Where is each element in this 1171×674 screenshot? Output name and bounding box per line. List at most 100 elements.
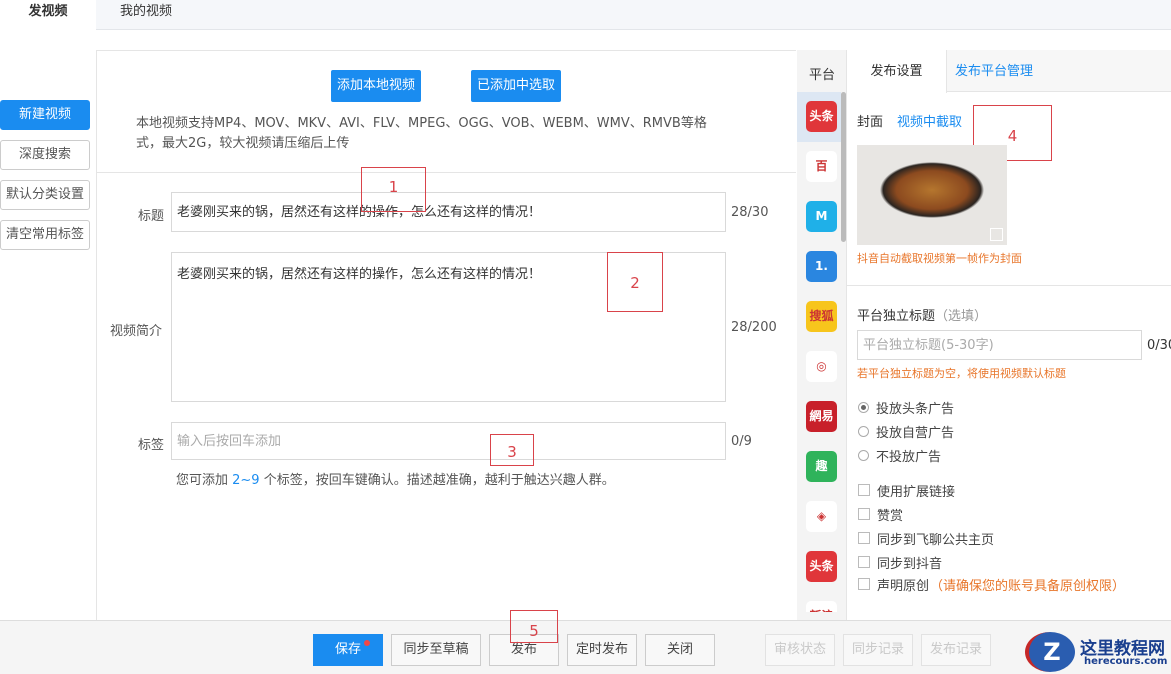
platform-icon: 头条: [806, 551, 837, 582]
check-reward[interactable]: 赞赏: [858, 504, 903, 524]
close-button[interactable]: 关闭: [645, 634, 715, 666]
indep-title-count: 0/30: [1147, 338, 1171, 353]
cover-note: 抖音自动截取视频第一帧作为封面: [857, 252, 1022, 265]
option-label: 投放自营广告: [876, 425, 955, 441]
check-label: 声明原创: [877, 578, 930, 594]
checkbox[interactable]: [858, 508, 870, 520]
optional-label: （选填）: [935, 309, 988, 324]
support-text: 本地视频支持MP4、MOV、MKV、AVI、FLV、MPEG、OGG、VOB、W…: [136, 114, 707, 154]
platform-item[interactable]: 新浪: [797, 592, 841, 612]
platform-icon: 網易: [806, 401, 837, 432]
annotation-5: 5: [510, 610, 558, 643]
option-label: 不投放广告: [876, 449, 942, 465]
add-local-video-button[interactable]: 添加本地视频: [331, 70, 421, 102]
save-button[interactable]: 保存: [313, 634, 383, 666]
clear-tags-button[interactable]: 清空常用标签: [0, 220, 90, 250]
ad-option-none[interactable]: 不投放广告: [858, 445, 941, 465]
unsaved-dot: [364, 640, 370, 646]
hint-range: 2~9: [232, 473, 260, 488]
check-douyin[interactable]: 同步到抖音: [858, 552, 942, 572]
radio-icon[interactable]: [858, 425, 869, 437]
support-line-2: 式，最大2G，较大视频请压缩后上传: [136, 136, 350, 151]
platform-item[interactable]: ◎: [797, 342, 841, 392]
platform-item[interactable]: 头条: [797, 542, 841, 592]
radio-icon[interactable]: [858, 449, 869, 461]
tag-count: 0/9: [731, 434, 752, 449]
platform-item[interactable]: 網易: [797, 392, 841, 442]
platform-icon: 搜狐: [806, 301, 837, 332]
edit-icon[interactable]: [990, 228, 1003, 241]
checkbox[interactable]: [858, 532, 870, 544]
schedule-publish-button[interactable]: 定时发布: [567, 634, 637, 666]
platform-icon: 百: [806, 151, 837, 182]
desc-count: 28/200: [731, 320, 777, 335]
platform-icon: 新浪: [806, 601, 837, 612]
pick-added-button[interactable]: 已添加中选取: [471, 70, 561, 102]
radio-icon[interactable]: [858, 401, 869, 413]
divider: [96, 172, 796, 173]
title-label: 标题: [138, 209, 165, 224]
sync-records-button[interactable]: 同步记录: [843, 634, 913, 666]
hint-pre: 您可添加: [176, 473, 233, 488]
tab-publish-settings[interactable]: 发布设置: [847, 50, 947, 93]
indep-title-label: 平台独立标题（选填）: [857, 305, 987, 324]
tag-hint: 您可添加 2~9 个标签，按回车键确认。描述越准确，越利于触达兴趣人群。: [176, 469, 615, 488]
watermark-logo-icon: Z: [1025, 632, 1075, 672]
desc-label: 视频简介: [110, 324, 163, 339]
sync-draft-button[interactable]: 同步至草稿: [391, 634, 481, 666]
divider: [847, 285, 1171, 286]
cover-capture-link[interactable]: 视频中截取: [897, 111, 962, 130]
ad-option-toutiao[interactable]: 投放头条广告: [858, 397, 954, 417]
platform-icon: 头条: [806, 101, 837, 132]
platform-icon: ◈: [806, 501, 837, 532]
check-label: 赞赏: [877, 508, 904, 524]
checkbox[interactable]: [858, 556, 870, 568]
check-extend-link[interactable]: 使用扩展链接: [858, 480, 955, 500]
check-label: 使用扩展链接: [877, 484, 956, 500]
original-note: （请确保您的账号具备原创权限）: [930, 578, 1126, 594]
annotation-1: 1: [361, 167, 426, 212]
check-label: 同步到飞聊公共主页: [877, 532, 995, 548]
platform-icon: 趣: [806, 451, 837, 482]
platform-item[interactable]: 头条: [797, 92, 841, 142]
platform-item[interactable]: 1.: [797, 242, 841, 292]
annotation-2: 2: [607, 252, 663, 312]
hint-post: 个标签，按回车键确认。描述越准确，越利于触达兴趣人群。: [259, 473, 615, 488]
platform-scrollbar[interactable]: [841, 92, 846, 242]
title-input[interactable]: 老婆刚买来的锅，居然还有这样的操作，怎么还有这样的情况！: [171, 192, 726, 232]
platform-item[interactable]: ◈: [797, 492, 841, 542]
platform-item[interactable]: 百: [797, 142, 841, 192]
check-feiliao[interactable]: 同步到飞聊公共主页: [858, 528, 994, 548]
platform-item[interactable]: 趣: [797, 442, 841, 492]
platform-header: 平台: [808, 68, 835, 83]
tag-label: 标签: [138, 438, 165, 453]
ad-option-self[interactable]: 投放自营广告: [858, 421, 954, 441]
tab-publish-video[interactable]: 发视频: [0, 0, 96, 31]
platform-list: 头条百M1.搜狐◎網易趣◈头条新浪: [797, 92, 847, 612]
deep-search-button[interactable]: 深度搜索: [0, 140, 90, 170]
option-label: 投放头条广告: [876, 401, 955, 417]
indep-label: 平台独立标题: [857, 309, 936, 324]
title-count: 28/30: [731, 205, 769, 220]
support-line-1: 本地视频支持MP4、MOV、MKV、AVI、FLV、MPEG、OGG、VOB、W…: [136, 116, 707, 131]
check-original[interactable]: 声明原创 （请确保您的账号具备原创权限）: [858, 574, 1125, 594]
tab-my-videos[interactable]: 我的视频: [96, 0, 196, 30]
review-status-button[interactable]: 审核状态: [765, 634, 835, 666]
indep-title-input[interactable]: 平台独立标题(5-30字): [857, 330, 1142, 360]
checkbox[interactable]: [858, 578, 870, 590]
annotation-3: 3: [490, 434, 534, 466]
save-label: 保存: [334, 642, 361, 657]
default-category-button[interactable]: 默认分类设置: [0, 180, 90, 210]
platform-icon: ◎: [806, 351, 837, 382]
platform-icon: 1.: [806, 251, 837, 282]
platform-item[interactable]: M: [797, 192, 841, 242]
publish-records-button[interactable]: 发布记录: [921, 634, 991, 666]
tag-input[interactable]: 输入后按回车添加: [171, 422, 726, 460]
cover-label: 封面: [857, 115, 884, 130]
new-video-button[interactable]: 新建视频: [0, 100, 90, 130]
checkbox[interactable]: [858, 484, 870, 496]
platform-item[interactable]: 搜狐: [797, 292, 841, 342]
platform-icon: M: [806, 201, 837, 232]
tab-platform-manage[interactable]: 发布平台管理: [955, 50, 1033, 94]
cover-thumbnail[interactable]: [857, 145, 1007, 245]
